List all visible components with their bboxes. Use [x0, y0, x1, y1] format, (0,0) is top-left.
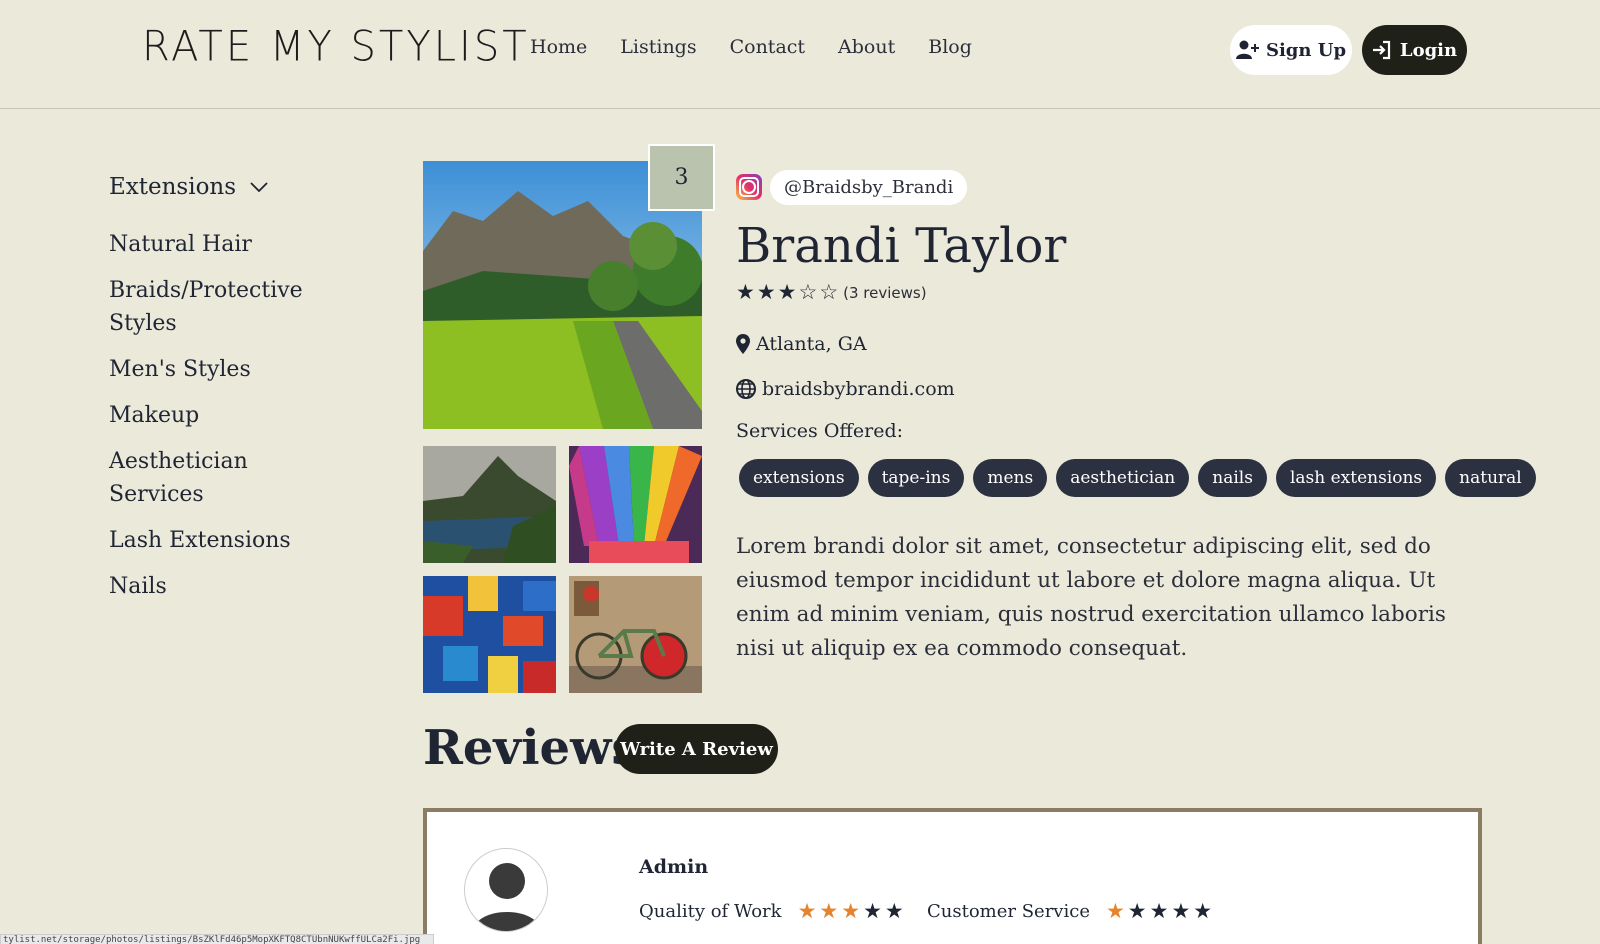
instagram-handle[interactable]: @Braidsby_Brandi: [770, 170, 968, 205]
category-natural-hair[interactable]: Natural Hair: [109, 228, 339, 261]
service-tag-nails[interactable]: nails: [1198, 459, 1267, 497]
location-text: Atlanta, GA: [756, 333, 867, 355]
star-filled-icon: ★: [841, 899, 861, 923]
login-icon: [1372, 40, 1391, 60]
map-pin-icon: [736, 334, 750, 354]
main-nav: Home Listings Contact About Blog: [530, 36, 972, 58]
star-filled-icon: ★: [797, 899, 817, 923]
stylist-rating: ★ ★ ★ ☆ ☆ (3 reviews): [736, 282, 927, 303]
star-filled-icon: ★: [736, 280, 755, 304]
service-tag-mens[interactable]: mens: [973, 459, 1048, 497]
review-count: (3 reviews): [843, 283, 927, 302]
category-dropdown-label: Extensions: [109, 174, 237, 200]
gallery-thumb-bicycle[interactable]: [569, 576, 702, 693]
gallery-thumb-abstract[interactable]: [423, 576, 556, 693]
globe-icon: [736, 379, 756, 399]
signup-button[interactable]: Sign Up: [1230, 25, 1352, 75]
stylist-name: Brandi Taylor: [736, 218, 1067, 274]
website-text: braidsbybrandi.com: [762, 378, 955, 400]
star-filled-icon: ★: [1127, 899, 1147, 923]
category-dropdown[interactable]: Extensions: [109, 174, 339, 200]
nav-contact[interactable]: Contact: [730, 36, 805, 58]
category-sidebar: Extensions Natural Hair Braids/Protectiv…: [109, 174, 339, 616]
services-label: Services Offered:: [736, 420, 904, 442]
star-filled-icon: ★: [819, 899, 839, 923]
instagram-icon[interactable]: [736, 174, 762, 200]
criterion-label: Quality of Work: [639, 901, 782, 922]
avatar: [464, 848, 548, 932]
rating-customer-service: Customer Service ★ ★ ★ ★ ★: [927, 899, 1213, 923]
nav-blog[interactable]: Blog: [928, 36, 972, 58]
signup-label: Sign Up: [1265, 39, 1347, 61]
service-tag-aesthetician[interactable]: aesthetician: [1056, 459, 1190, 497]
gallery-thumb-feathers[interactable]: [569, 446, 702, 563]
category-aesthetician[interactable]: Aesthetician Services: [109, 445, 339, 511]
nav-listings[interactable]: Listings: [620, 36, 696, 58]
service-tag-tape-ins[interactable]: tape-ins: [867, 459, 965, 497]
website-link[interactable]: braidsbybrandi.com: [736, 378, 955, 400]
star-filled-icon: ★: [1193, 899, 1213, 923]
nav-home[interactable]: Home: [530, 36, 587, 58]
chevron-down-icon: [250, 182, 268, 192]
review-card: Admin Quality of Work ★ ★ ★ ★ ★ Customer…: [423, 808, 1482, 944]
services-tags: extensions tape-ins mens aesthetician na…: [739, 459, 1536, 497]
star-empty-icon: ☆: [819, 280, 839, 304]
category-mens-styles[interactable]: Men's Styles: [109, 353, 339, 386]
login-label: Login: [1399, 39, 1458, 61]
category-list: Natural Hair Braids/Protective Styles Me…: [109, 228, 339, 603]
star-filled-icon: ★: [863, 899, 882, 923]
star-filled-icon: ★: [777, 280, 797, 304]
reviews-heading: Reviews: [423, 720, 639, 776]
login-button[interactable]: Login: [1362, 25, 1467, 75]
site-logo[interactable]: RATE MY STYLIST: [142, 23, 530, 71]
photo-count-badge[interactable]: 3: [648, 144, 715, 211]
star-filled-icon: ★: [1105, 899, 1125, 923]
category-nails[interactable]: Nails: [109, 570, 339, 603]
site-header: RATE MY STYLIST Home Listings Contact Ab…: [0, 0, 1600, 109]
service-tag-natural[interactable]: natural: [1445, 459, 1536, 497]
location: Atlanta, GA: [736, 333, 867, 355]
star-filled-icon: ★: [1149, 899, 1169, 923]
browser-status-bar: tylist.net/storage/photos/listings/BsZKl…: [0, 934, 434, 944]
category-braids[interactable]: Braids/Protective Styles: [109, 274, 339, 340]
user-plus-icon: [1235, 40, 1259, 59]
write-review-button[interactable]: Write A Review: [615, 724, 778, 774]
rating-quality-of-work: Quality of Work ★ ★ ★ ★ ★: [639, 899, 904, 923]
review-author: Admin: [639, 856, 709, 878]
service-tag-extensions[interactable]: extensions: [739, 459, 859, 497]
criterion-label: Customer Service: [927, 901, 1090, 922]
gallery-thumb-lake[interactable]: [423, 446, 556, 563]
star-filled-icon: ★: [1171, 899, 1191, 923]
category-makeup[interactable]: Makeup: [109, 399, 339, 432]
star-filled-icon: ★: [884, 899, 904, 923]
category-lash-extensions[interactable]: Lash Extensions: [109, 524, 339, 557]
stylist-bio: Lorem brandi dolor sit amet, consectetur…: [736, 534, 1446, 661]
star-empty-icon: ☆: [798, 280, 818, 304]
service-tag-lash-extensions[interactable]: lash extensions: [1275, 459, 1437, 497]
nav-about[interactable]: About: [838, 36, 895, 58]
star-filled-icon: ★: [756, 280, 776, 304]
